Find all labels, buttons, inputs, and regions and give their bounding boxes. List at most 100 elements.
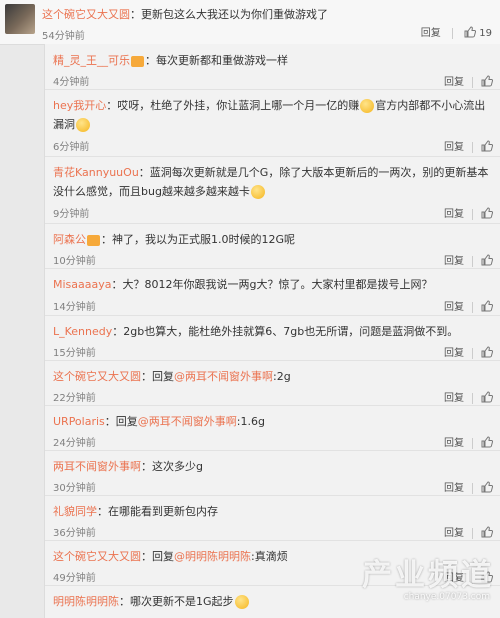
username-link[interactable]: URPolaris [53, 415, 105, 428]
list-item: 阿森公 ：神了，我以为正式服1.0时候的12G呢 10分钟前 回复 [45, 223, 500, 269]
reply-button[interactable]: 回复 [444, 256, 464, 267]
like-icon[interactable] [481, 206, 494, 222]
username-link[interactable]: 这个碗它又大又圆 [53, 550, 141, 563]
like-icon[interactable] [481, 345, 494, 361]
list-item: Misaaaaya：大？8012年你跟我说一两g大？惊了。大家村里都是拨号上网？… [45, 268, 500, 316]
reply-actions: 回复 [444, 252, 494, 269]
reply-actions: 回复 [444, 524, 494, 541]
username-link[interactable]: 阿森公 [53, 233, 86, 246]
reply-text-tail: :1.6g [236, 415, 265, 428]
reply-text-tail: :真滴烦 [251, 550, 288, 563]
member-badge-icon [87, 234, 100, 246]
emoji-icon [360, 99, 375, 113]
timestamp: 30分钟前 [53, 483, 96, 494]
replies-panel: 精_灵_王__可乐 ：每次更新都和重做游戏一样 4分钟前 回复 hey我开心：哎呀… [44, 44, 500, 618]
reply-button[interactable]: 回复 [444, 573, 464, 584]
like-icon[interactable] [481, 525, 494, 541]
reply-text: 在哪能看到更新包内存 [108, 505, 218, 518]
reply-button[interactable]: 回复 [421, 28, 441, 39]
member-badge-icon [131, 55, 144, 67]
mention-link[interactable]: @两耳不闻窗外事啊 [138, 415, 237, 428]
mention-link[interactable]: @两耳不闻窗外事啊 [174, 370, 273, 383]
like-icon[interactable] [481, 480, 494, 496]
like-count: 19 [479, 28, 492, 39]
timestamp: 6分钟前 [53, 142, 90, 153]
reply-content: 阿森公 ：神了，我以为正式服1.0时候的12G呢 [53, 233, 296, 246]
avatar[interactable] [5, 4, 35, 34]
username-link[interactable]: Misaaaaya [53, 278, 112, 291]
timestamp: 22分钟前 [53, 393, 96, 404]
list-item: 礼貌同学：在哪能看到更新包内存 36分钟前 回复 [45, 495, 500, 541]
reply-text-continued: 么感觉，而且bug越来越多越来越卡 [75, 185, 250, 198]
reply-actions: 回复 [444, 569, 494, 586]
divider [472, 301, 473, 313]
mention-link[interactable]: @明明陈明明陈 [174, 550, 251, 563]
list-item: 这个碗它又大又圆：回复@两耳不闻窗外事啊:2g 22分钟前 回复 [45, 360, 500, 406]
main-comment-content: 这个碗它又大又圆：更新包这么大我还以为你们重做游戏了 [42, 8, 328, 21]
username-link[interactable]: L_Kennedy [53, 325, 112, 338]
like-icon[interactable] [481, 435, 494, 451]
reply-content: Misaaaaya：大？8012年你跟我说一两g大？惊了。大家村里都是拨号上网？ [53, 278, 433, 291]
like-icon[interactable] [481, 299, 494, 315]
reply-text: 神了，我以为正式服1.0时候的12G呢 [112, 233, 296, 246]
reply-button[interactable]: 回复 [444, 142, 464, 153]
timestamp: 24分钟前 [53, 438, 96, 449]
username-link[interactable]: 两耳不闻窗外事啊 [53, 460, 141, 473]
reply-text-tail: :2g [273, 370, 291, 383]
reply-button[interactable]: 回复 [444, 438, 464, 449]
username-link[interactable]: 青花KannyuuOu [53, 166, 139, 179]
list-item: 青花KannyuuOu：蓝洞每次更新就是几个G，除了大版本更新后的一两次，别的更… [45, 156, 500, 224]
list-item: URPolaris：回复@两耳不闻窗外事啊:1.6g 24分钟前 回复 [45, 405, 500, 451]
reply-content: 精_灵_王__可乐 ：每次更新都和重做游戏一样 [53, 54, 288, 67]
timestamp: 49分钟前 [53, 573, 96, 584]
reply-text: 大？8012年你跟我说一两g大？惊了。大家村里都是拨号上网？ [122, 278, 433, 291]
reply-text: 2gb也算大，能杜绝外挂就算6、7gb也无所谓，问题是蓝洞做不到。 [123, 325, 459, 338]
reply-button[interactable]: 回复 [444, 348, 464, 359]
like-icon[interactable] [481, 74, 494, 90]
like-icon[interactable] [481, 139, 494, 155]
timestamp: 14分钟前 [53, 302, 96, 313]
reply-button[interactable]: 回复 [444, 77, 464, 88]
reply-text: 每次更新都和重做游戏一样 [156, 54, 288, 67]
reply-button[interactable]: 回复 [444, 483, 464, 494]
divider [451, 27, 453, 39]
list-item: 明明陈明明陈：哪次更新不是1G起步 [45, 585, 500, 618]
emoji-icon [250, 185, 265, 199]
like-icon[interactable] [481, 570, 494, 586]
username-link[interactable]: 明明陈明明陈 [53, 595, 119, 608]
reply-actions: 回复 [444, 298, 494, 315]
divider [472, 347, 473, 359]
reply-button[interactable]: 回复 [444, 209, 464, 220]
username-link[interactable]: 精_灵_王__可乐 [53, 54, 130, 67]
username-link[interactable]: 这个碗它又大又圆 [42, 8, 130, 21]
username-link[interactable]: hey我开心 [53, 99, 106, 112]
timestamp: 54分钟前 [42, 31, 85, 42]
divider [472, 255, 473, 267]
comment-text: 更新包这么大我还以为你们重做游戏了 [141, 8, 328, 21]
divider [472, 527, 473, 539]
timestamp: 4分钟前 [53, 77, 90, 88]
reply-content: URPolaris：回复@两耳不闻窗外事啊:1.6g [53, 415, 265, 428]
emoji-icon [234, 595, 249, 609]
reply-button[interactable]: 回复 [444, 302, 464, 313]
reply-content: 青花KannyuuOu：蓝洞每次更新就是几个G，除了大版本更新后的一两次，别的更… [53, 166, 489, 199]
timestamp: 9分钟前 [53, 209, 90, 220]
timestamp: 10分钟前 [53, 256, 96, 267]
reply-content: 明明陈明明陈：哪次更新不是1G起步 [53, 592, 493, 611]
divider [472, 76, 473, 88]
comment-actions: 回复 19 [421, 24, 492, 41]
divider [472, 437, 473, 449]
reply-actions: 回复 [444, 73, 494, 90]
reply-actions: 回复 [444, 434, 494, 451]
divider [472, 572, 473, 584]
reply-text: 这次多少g [152, 460, 203, 473]
username-link[interactable]: 礼貌同学 [53, 505, 97, 518]
main-comment: 这个碗它又大又圆：更新包这么大我还以为你们重做游戏了 54分钟前 回复 19 [0, 0, 500, 45]
like-icon[interactable] [481, 390, 494, 406]
list-item: 两耳不闻窗外事啊：这次多少g 30分钟前 回复 [45, 450, 500, 496]
like-icon[interactable] [464, 25, 477, 41]
like-icon[interactable] [481, 253, 494, 269]
reply-button[interactable]: 回复 [444, 393, 464, 404]
reply-button[interactable]: 回复 [444, 528, 464, 539]
username-link[interactable]: 这个碗它又大又圆 [53, 370, 141, 383]
